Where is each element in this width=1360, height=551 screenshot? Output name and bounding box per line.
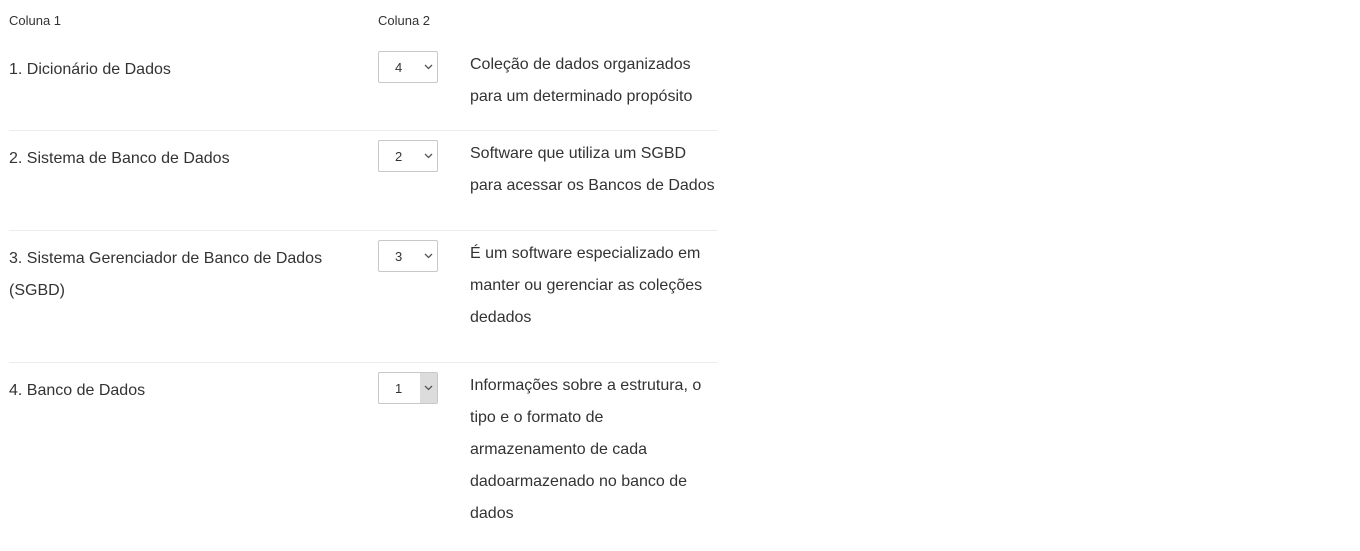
answer-select-2[interactable]: 2 [378,140,438,172]
term-label: 4. Banco de Dados [9,382,146,399]
description-label: É um software especializado em manter ou… [470,245,703,326]
column-headers: Coluna 1 Coluna 2 [9,0,717,42]
match-row-4: 4. Banco de Dados 1 Informações sobre a … [9,363,717,551]
chevron-down-icon [420,373,437,403]
chevron-down-icon [420,141,437,171]
select-value: 4 [395,60,403,75]
column-1-header: Coluna 1 [9,13,62,28]
description-label: Software que utiliza um SGBD para acessa… [470,145,715,194]
term-label: 3. Sistema Gerenciador de Banco de Dados… [9,250,323,299]
match-row-1: 1. Dicionário de Dados 4 Coleção de dado… [9,42,717,131]
column-2-header: Coluna 2 [378,13,431,28]
answer-select-3[interactable]: 3 [378,240,438,272]
chevron-down-icon [420,241,437,271]
answer-select-1[interactable]: 4 [378,51,438,83]
term-label: 2. Sistema de Banco de Dados [9,150,230,167]
select-value: 3 [395,249,403,264]
select-value: 1 [395,381,403,396]
description-label: Coleção de dados organizados para um det… [470,56,693,105]
term-label: 1. Dicionário de Dados [9,61,171,78]
matching-question: Coluna 1 Coluna 2 1. Dicionário de Dados… [9,0,717,551]
match-row-3: 3. Sistema Gerenciador de Banco de Dados… [9,231,717,363]
description-label: Informações sobre a estrutura, o tipo e … [470,377,702,522]
chevron-down-icon [420,52,437,82]
select-value: 2 [395,149,403,164]
match-row-2: 2. Sistema de Banco de Dados 2 Software … [9,131,717,231]
answer-select-4[interactable]: 1 [378,372,438,404]
